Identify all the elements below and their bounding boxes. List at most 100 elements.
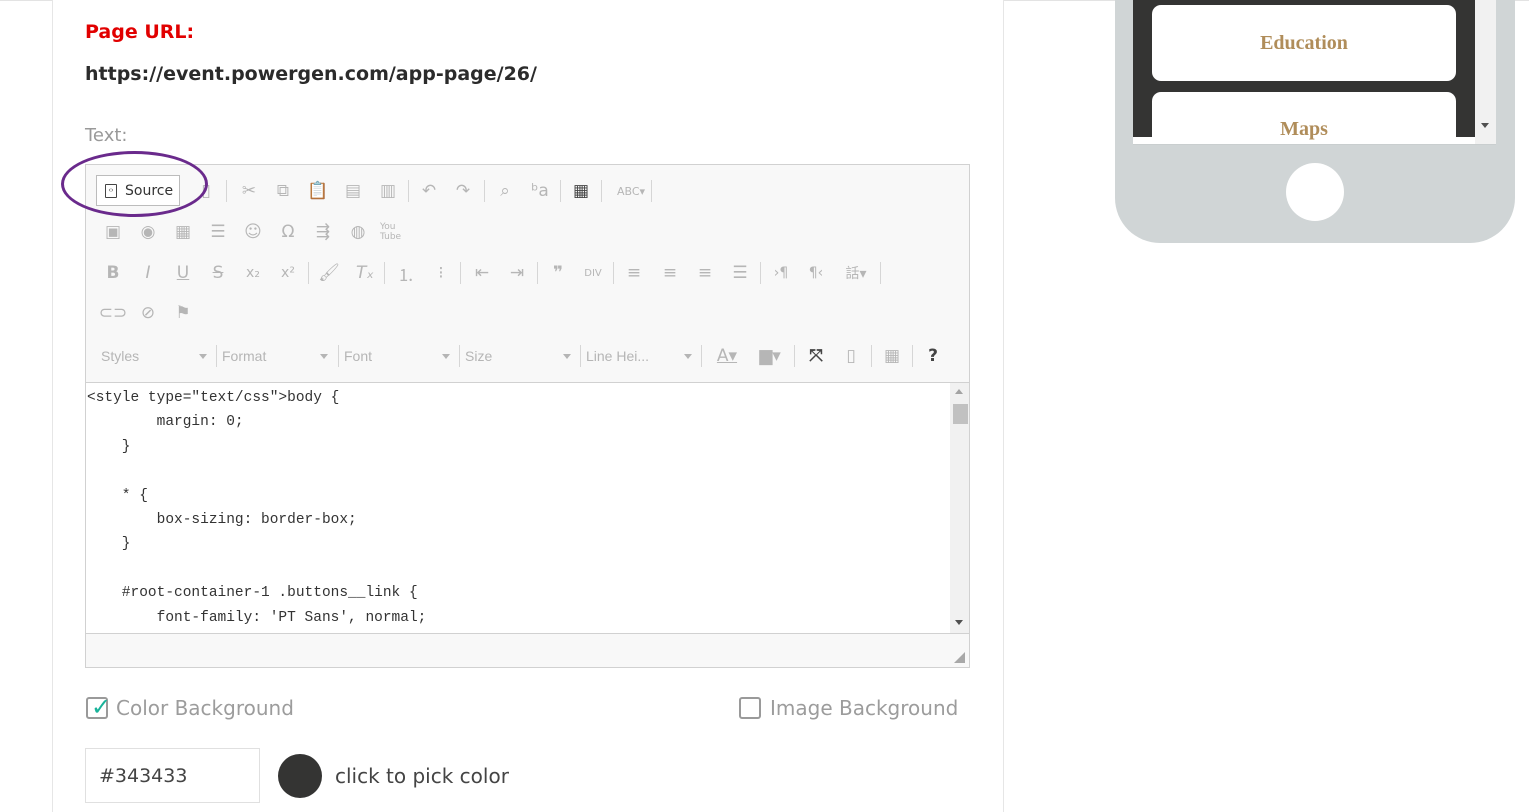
ltr-icon[interactable]: ›¶ — [768, 260, 794, 286]
image-background-label: Image Background — [770, 696, 959, 720]
anchor-flag-icon[interactable]: ⚑ — [170, 300, 196, 326]
rtl-icon[interactable]: ¶‹ — [803, 260, 829, 286]
toolbar-separator — [580, 345, 581, 367]
align-left-icon[interactable]: ≡ — [621, 260, 647, 286]
copy-format-icon[interactable]: 🖌 — [316, 260, 342, 286]
background-color-icon[interactable]: ▆▾ — [753, 343, 787, 369]
paste-text-icon[interactable]: ▤ — [340, 178, 366, 204]
numbered-list-icon[interactable]: ⒈ — [393, 260, 419, 286]
superscript-icon[interactable]: x² — [275, 260, 301, 286]
show-blocks-icon[interactable]: ▯ — [838, 343, 864, 369]
pick-color-hint: click to pick color — [335, 764, 509, 788]
strikethrough-icon[interactable]: S — [205, 260, 231, 286]
undo-icon[interactable]: ↶ — [416, 178, 442, 204]
table-grid-icon[interactable]: ▦ — [879, 343, 905, 369]
link-icon[interactable]: ⊂⊃ — [99, 300, 128, 326]
scroll-down-arrow-icon[interactable] — [1481, 123, 1489, 128]
cut-icon[interactable]: ✂ — [236, 178, 262, 204]
toolbar-separator — [871, 345, 872, 367]
toolbar-separator — [701, 345, 702, 367]
horizontal-line-icon[interactable]: ☰ — [205, 219, 231, 245]
align-right-icon[interactable]: ≡ — [692, 260, 718, 286]
font-dropdown[interactable]: Font — [344, 343, 454, 369]
chevron-down-icon — [684, 354, 692, 359]
toolbar-separator — [794, 345, 795, 367]
toolbar-separator — [560, 180, 561, 202]
outdent-icon[interactable]: ⇤ — [469, 260, 495, 286]
source-highlight-annotation — [61, 151, 208, 217]
bulleted-list-icon[interactable]: ⁝ — [428, 260, 454, 286]
youtube-icon[interactable]: You Tube — [380, 219, 406, 245]
chevron-down-icon — [442, 354, 450, 359]
toolbar-separator — [760, 262, 761, 284]
indent-icon[interactable]: ⇥ — [504, 260, 530, 286]
toolbar-separator — [216, 345, 217, 367]
size-dropdown[interactable]: Size — [465, 343, 575, 369]
color-background-label: Color Background — [116, 696, 294, 720]
styles-dropdown[interactable]: Styles — [101, 343, 211, 369]
size-dropdown-label: Size — [465, 348, 493, 364]
phone-screen-scrollbar[interactable] — [1475, 0, 1496, 144]
scroll-up-arrow-icon[interactable] — [955, 389, 963, 394]
toolbar-separator — [537, 262, 538, 284]
checkmark-icon: ✓ — [91, 693, 112, 721]
line-height-dropdown[interactable]: Line Hei... — [586, 343, 696, 369]
justify-icon[interactable]: ☰ — [727, 260, 753, 286]
toolbar-separator — [912, 345, 913, 367]
italic-icon[interactable]: I — [135, 260, 161, 286]
scrollbar-thumb[interactable] — [953, 404, 968, 424]
format-dropdown-label: Format — [222, 348, 267, 364]
text-color-icon[interactable]: A▾ — [710, 343, 744, 369]
page-break-icon[interactable]: ⇶ — [310, 219, 336, 245]
styles-dropdown-label: Styles — [101, 348, 140, 364]
toolbar-separator — [484, 180, 485, 202]
paste-icon[interactable]: 📋 — [305, 178, 331, 204]
image-icon[interactable]: ▣ — [100, 219, 126, 245]
toolbar-separator — [226, 180, 227, 202]
copy-icon[interactable]: ⧉ — [270, 178, 296, 204]
code-scrollbar[interactable] — [950, 383, 969, 633]
source-code-text[interactable]: <style type="text/css">body { margin: 0;… — [86, 383, 969, 633]
select-all-icon[interactable]: ▦ — [568, 178, 594, 204]
subscript-icon[interactable]: x₂ — [240, 260, 266, 286]
language-icon[interactable]: 話▾ — [839, 260, 873, 286]
color-swatch[interactable] — [278, 754, 322, 798]
toolbar-separator — [459, 345, 460, 367]
editor-toolbar: ‹› Source ▯ ✂ ⧉ 📋 ▤ ▥ ↶ ↷ ⌕ ᵇa ▦ ABC▾ ▣ … — [86, 165, 969, 382]
chevron-down-icon — [563, 354, 571, 359]
resize-handle[interactable] — [954, 652, 965, 663]
redo-icon[interactable]: ↷ — [450, 178, 476, 204]
iframe-icon[interactable]: ◍ — [345, 219, 371, 245]
color-hex-input[interactable]: #343433 — [85, 748, 260, 803]
toolbar-separator — [601, 180, 602, 202]
div-container-icon[interactable]: DIV — [580, 260, 606, 286]
chevron-down-icon — [320, 354, 328, 359]
toolbar-separator — [338, 345, 339, 367]
paste-word-icon[interactable]: ▥ — [375, 178, 401, 204]
bold-icon[interactable]: B — [100, 260, 126, 286]
maximize-icon[interactable]: ⤧ — [803, 343, 829, 369]
image-background-checkbox[interactable] — [739, 697, 761, 719]
unlink-icon[interactable]: ⊘ — [135, 300, 161, 326]
font-dropdown-label: Font — [344, 348, 373, 364]
underline-icon[interactable]: U — [170, 260, 196, 286]
scroll-down-arrow-icon[interactable] — [955, 620, 963, 625]
special-char-icon[interactable]: Ω — [275, 219, 301, 245]
smiley-icon[interactable]: ☺ — [240, 219, 266, 245]
replace-icon[interactable]: ᵇa — [527, 178, 553, 204]
format-dropdown[interactable]: Format — [222, 343, 332, 369]
align-center-icon[interactable]: ≡ — [657, 260, 683, 286]
source-code-area[interactable]: <style type="text/css">body { margin: 0;… — [86, 382, 969, 634]
text-field-label: Text: — [85, 125, 128, 146]
remove-format-icon[interactable]: Tₓ — [352, 260, 378, 286]
preview-button-maps[interactable]: Maps — [1152, 92, 1456, 144]
chevron-down-icon — [199, 354, 207, 359]
preview-button-education[interactable]: Education — [1152, 5, 1456, 81]
flash-icon[interactable]: ◉ — [135, 219, 161, 245]
color-background-checkbox[interactable]: ✓ — [86, 693, 111, 721]
blockquote-icon[interactable]: ❞ — [545, 260, 571, 286]
spellcheck-icon[interactable]: ABC▾ — [614, 178, 648, 204]
help-icon[interactable]: ? — [920, 343, 946, 369]
find-icon[interactable]: ⌕ — [492, 178, 518, 204]
table-icon[interactable]: ▦ — [170, 219, 196, 245]
